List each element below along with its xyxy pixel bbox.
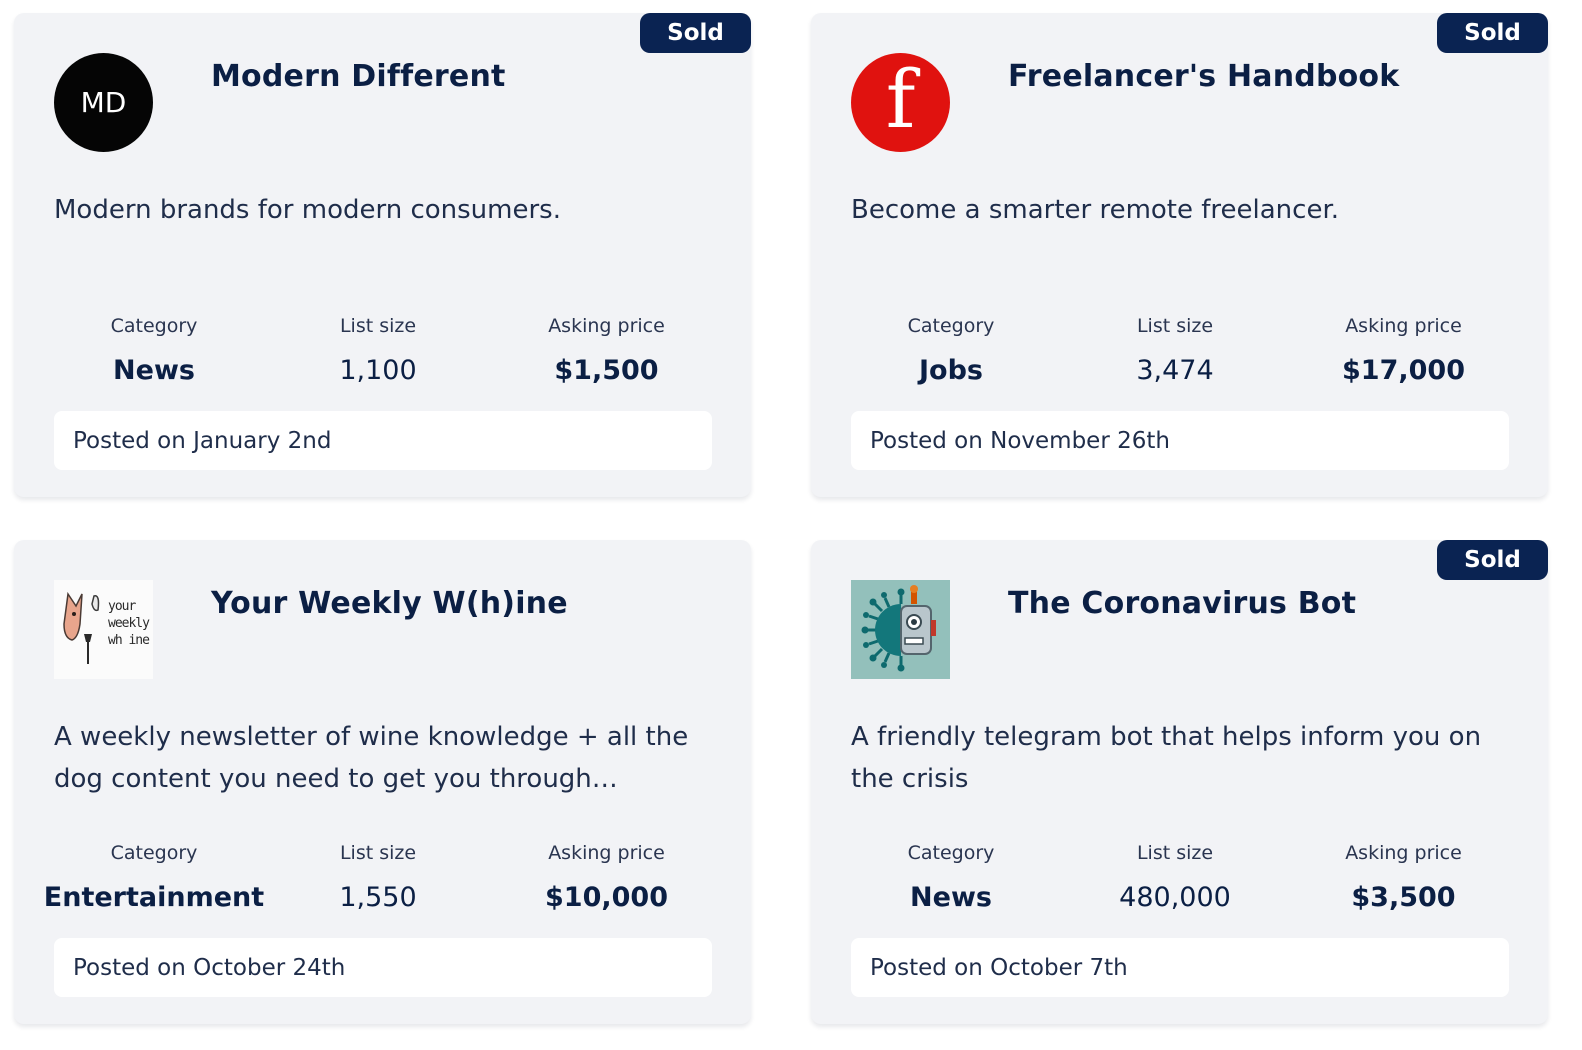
category-label: Category xyxy=(110,315,198,337)
listing-title[interactable]: Modern Different xyxy=(211,59,506,94)
price-label: Asking price xyxy=(1345,315,1462,337)
price-value: $3,500 xyxy=(1351,882,1456,913)
listing-title[interactable]: Freelancer's Handbook xyxy=(1008,59,1399,94)
price-label: Asking price xyxy=(1345,842,1462,864)
price-label: Asking price xyxy=(548,315,665,337)
dog-wine-logo: your weekly wh ine xyxy=(54,580,153,679)
list-size-stat: List size 480,000 xyxy=(1075,842,1275,913)
price-stat: Asking price $1,500 xyxy=(499,315,714,386)
category-stat: Category News xyxy=(851,842,1051,913)
category-label: Category xyxy=(907,842,995,864)
list-size-value: 1,550 xyxy=(339,882,417,913)
virus-robot-illustration xyxy=(861,585,936,672)
listing-card[interactable]: Sold MD Modern Different Modern brands f… xyxy=(14,13,751,497)
price-value: $10,000 xyxy=(545,882,668,913)
listing-title[interactable]: The Coronavirus Bot xyxy=(1008,586,1356,621)
listing-description: Modern brands for modern consumers. xyxy=(54,195,561,225)
listing-description: A weekly newsletter of wine knowledge + … xyxy=(54,722,689,794)
category-value: Entertainment xyxy=(43,882,265,913)
list-size-value: 1,100 xyxy=(339,355,417,386)
list-size-label: List size xyxy=(1136,315,1214,337)
logo-text: f xyxy=(885,53,916,146)
posted-date: Posted on October 7th xyxy=(851,938,1509,997)
price-stat: Asking price $10,000 xyxy=(499,842,714,913)
list-size-label: List size xyxy=(1136,842,1214,864)
listing-title[interactable]: Your Weekly W(h)ine xyxy=(211,586,568,621)
listing-description: A friendly telegram bot that helps infor… xyxy=(851,722,1482,794)
category-value: News xyxy=(113,355,195,386)
category-stat: Category Entertainment xyxy=(36,842,272,913)
listing-card[interactable]: your weekly wh ine Your Weekly W(h)ine A… xyxy=(14,540,751,1024)
logo-text: MD xyxy=(80,86,127,119)
list-size-value: 3,474 xyxy=(1136,355,1214,386)
category-stat: Category News xyxy=(54,315,254,386)
price-value: $17,000 xyxy=(1342,355,1465,386)
list-size-label: List size xyxy=(339,315,417,337)
list-size-stat: List size 1,550 xyxy=(278,842,478,913)
listings-grid: Sold MD Modern Different Modern brands f… xyxy=(0,0,1582,1050)
price-stat: Asking price $17,000 xyxy=(1296,315,1511,386)
posted-date: Posted on November 26th xyxy=(851,411,1509,470)
posted-date: Posted on January 2nd xyxy=(54,411,712,470)
posted-date: Posted on October 24th xyxy=(54,938,712,997)
listing-card[interactable]: Sold The Coronavirus Bot A friendly tele… xyxy=(811,540,1548,1024)
list-size-label: List size xyxy=(339,842,417,864)
sold-badge: Sold xyxy=(1437,540,1548,580)
category-label: Category xyxy=(110,842,198,864)
category-value: News xyxy=(910,882,992,913)
category-stat: Category Jobs xyxy=(851,315,1051,386)
sold-badge: Sold xyxy=(1437,13,1548,53)
list-size-stat: List size 1,100 xyxy=(278,315,478,386)
list-size-stat: List size 3,474 xyxy=(1075,315,1275,386)
category-label: Category xyxy=(907,315,995,337)
f-letter-logo: f xyxy=(851,53,950,152)
md-monogram-logo: MD xyxy=(54,53,153,152)
price-label: Asking price xyxy=(548,842,665,864)
price-value: $1,500 xyxy=(554,355,659,386)
listing-description: Become a smarter remote freelancer. xyxy=(851,195,1340,225)
price-stat: Asking price $3,500 xyxy=(1296,842,1511,913)
category-value: Jobs xyxy=(919,355,983,386)
listing-card[interactable]: Sold f Freelancer's Handbook Become a sm… xyxy=(811,13,1548,497)
logo-text: your weekly wh ine xyxy=(108,599,150,648)
list-size-value: 480,000 xyxy=(1119,882,1231,913)
sold-badge: Sold xyxy=(640,13,751,53)
virus-robot-logo xyxy=(851,580,950,679)
